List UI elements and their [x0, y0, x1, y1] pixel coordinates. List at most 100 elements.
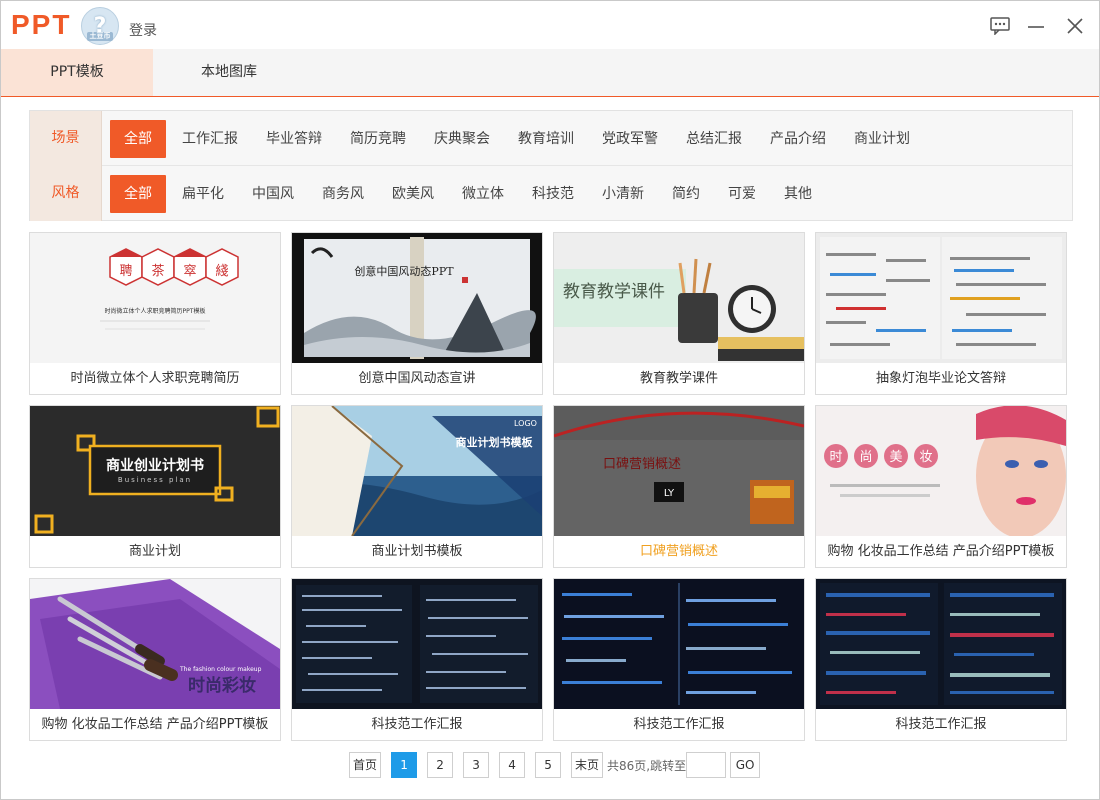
thumb-title: 商业创业计划书 — [106, 457, 204, 474]
template-card[interactable]: 口碑营销概述 LY 口碑营销概述 — [553, 405, 805, 568]
thumb-title: 创意中国风动态PPT — [354, 264, 454, 278]
template-thumbnail: 创意中国风动态PPT — [292, 233, 542, 363]
style-filter-item[interactable]: 扁平化 — [168, 175, 238, 213]
template-card[interactable]: 时 尚 美 妆 购物 化妆品工作总结 产品介绍PPT模板 — [815, 405, 1067, 568]
tab-ppt-templates[interactable]: PPT模板 — [1, 49, 153, 96]
scene-filter-item[interactable]: 商业计划 — [840, 120, 924, 158]
style-filter-item[interactable]: 欧美风 — [378, 175, 448, 213]
scene-filter-item[interactable]: 庆典聚会 — [420, 120, 504, 158]
style-filter-item[interactable]: 全部 — [110, 174, 166, 213]
style-filter-item[interactable]: 简约 — [658, 175, 714, 213]
style-filter-item[interactable]: 科技范 — [518, 175, 588, 213]
thumb-char: 尚 — [859, 450, 872, 465]
minimize-button[interactable] — [1025, 15, 1047, 37]
thumb-subtitle: The fashion colour makeup — [179, 666, 262, 673]
go-button[interactable]: GO — [730, 752, 761, 778]
scene-filter-row: 场景 全部 工作汇报 毕业答辩 简历竞聘 庆典聚会 教育培训 党政军警 总结汇报 产品介绍 商业计… — [30, 111, 1072, 166]
thumb-logo: LY — [664, 488, 675, 499]
template-thumbnail: 商业创业计划书 Business plan — [30, 406, 280, 536]
filter-panel: 场景 全部 工作汇报 毕业答辩 简历竞聘 庆典聚会 教育培训 党政军警 总结汇报 产品介绍 商业计… — [29, 110, 1073, 221]
template-thumbnail: 聘 茶 窣 綫 时尚微立体个人求职竞聘简历PPT模板 — [30, 233, 280, 363]
template-caption: 商业计划 — [128, 544, 181, 559]
thumb-char: 聘 — [119, 264, 132, 279]
template-card[interactable]: The fashion colour makeup 时尚彩妆 购物 化妆品工作总… — [29, 578, 281, 741]
template-caption: 口碑营销概述 — [639, 544, 718, 559]
style-filter-item[interactable]: 微立体 — [448, 175, 518, 213]
page-button-2[interactable]: 2 — [427, 752, 454, 778]
template-caption: 科技范工作汇报 — [371, 717, 463, 732]
template-caption: 科技范工作汇报 — [633, 717, 725, 732]
template-caption: 抽象灯泡毕业论文答辩 — [875, 371, 1006, 386]
scene-filter-item[interactable]: 简历竞聘 — [336, 120, 420, 158]
style-filter-item[interactable]: 中国风 — [238, 175, 308, 213]
template-thumbnail: 口碑营销概述 LY — [554, 406, 804, 536]
template-card[interactable]: 科技范工作汇报 — [553, 578, 805, 741]
title-bar: PPT ? 土豆币 登录 — [1, 1, 1099, 49]
style-filter-item[interactable]: 可爱 — [714, 175, 770, 213]
template-thumbnail: The fashion colour makeup 时尚彩妆 — [30, 579, 280, 709]
template-caption: 商业计划书模板 — [371, 544, 463, 559]
scene-filter-label: 场景 — [30, 111, 102, 166]
template-card[interactable]: 创意中国风动态PPT 创意中国风动态宣讲 — [291, 232, 543, 395]
last-page-button[interactable]: 末页 — [571, 752, 604, 778]
scene-filter-item[interactable]: 教育培训 — [504, 120, 588, 158]
thumb-char: 窣 — [183, 263, 196, 279]
page-button-4[interactable]: 4 — [499, 752, 526, 778]
template-thumbnail: LOGO 商业计划书模板 — [292, 406, 542, 536]
scene-filter-item[interactable]: 全部 — [110, 119, 166, 158]
style-filter-label: 风格 — [30, 166, 102, 221]
avatar-tag: 土豆币 — [87, 32, 113, 41]
template-caption: 创意中国风动态宣讲 — [358, 371, 476, 386]
scene-filter-item[interactable]: 总结汇报 — [672, 120, 756, 158]
close-icon — [1067, 18, 1083, 34]
template-thumbnail — [292, 579, 542, 709]
login-link[interactable]: 登录 — [129, 20, 157, 40]
thumb-subtitle: 时尚微立体个人求职竞聘简历PPT模板 — [105, 307, 206, 315]
style-filter-item[interactable]: 小清新 — [588, 175, 658, 213]
thumb-subtitle: Business plan — [118, 476, 192, 484]
app-window: PPT ? 土豆币 登录 PPT模板 本地图库 场景 全部 工作汇报 毕业答辩 … — [0, 0, 1100, 800]
app-logo: PPT — [11, 9, 72, 40]
template-card[interactable]: 科技范工作汇报 — [815, 578, 1067, 741]
page-button-3[interactable]: 3 — [463, 752, 490, 778]
tab-local-gallery[interactable]: 本地图库 — [153, 49, 305, 96]
template-card[interactable]: 科技范工作汇报 — [291, 578, 543, 741]
style-filter-row: 风格 全部 扁平化 中国风 商务风 欧美风 微立体 科技范 小清新 简约 可爱 其他 — [30, 166, 1072, 221]
thumb-char: 綫 — [215, 264, 228, 279]
style-filter-item[interactable]: 其他 — [770, 175, 826, 213]
tab-bar: PPT模板 本地图库 — [1, 49, 1099, 97]
page-button-1[interactable]: 1 — [391, 752, 418, 778]
thumb-char: 妆 — [919, 450, 932, 465]
avatar[interactable]: ? 土豆币 — [81, 7, 119, 45]
pagination: 首页 1 2 3 4 5 末页 共86页,跳转至 GO — [349, 752, 761, 778]
thumb-title: 商业计划书模板 — [456, 435, 534, 449]
thumb-title: 教育教学课件 — [563, 282, 665, 302]
template-thumbnail: 时 尚 美 妆 — [816, 406, 1066, 536]
template-card[interactable]: 教育教学课件 教育教学课件 — [553, 232, 805, 395]
feedback-button[interactable] — [989, 15, 1011, 37]
thumb-char: 时 — [829, 450, 842, 465]
template-caption: 购物 化妆品工作总结 产品介绍PPT模板 — [827, 544, 1055, 559]
template-card[interactable]: LOGO 商业计划书模板 商业计划书模板 — [291, 405, 543, 568]
template-caption: 购物 化妆品工作总结 产品介绍PPT模板 — [41, 717, 269, 732]
page-button-5[interactable]: 5 — [535, 752, 562, 778]
first-page-button[interactable]: 首页 — [349, 752, 382, 778]
template-caption: 时尚微立体个人求职竞聘简历 — [70, 371, 240, 386]
scene-filter-item[interactable]: 工作汇报 — [168, 120, 252, 158]
style-filter-item[interactable]: 商务风 — [308, 175, 378, 213]
thumb-char: 茶 — [151, 263, 164, 279]
close-button[interactable] — [1064, 15, 1086, 37]
scene-filter-item[interactable]: 毕业答辩 — [252, 120, 336, 158]
template-caption: 科技范工作汇报 — [895, 717, 987, 732]
scene-filter-items: 全部 工作汇报 毕业答辩 简历竞聘 庆典聚会 教育培训 党政军警 总结汇报 产品介绍 商业计划 — [110, 111, 924, 166]
template-card[interactable]: 聘 茶 窣 綫 时尚微立体个人求职竞聘简历PPT模板 时尚微立体个人求职竞聘简历 — [29, 232, 281, 395]
scene-filter-item[interactable]: 产品介绍 — [756, 120, 840, 158]
thumb-title: 口碑营销概述 — [603, 456, 681, 472]
template-card[interactable]: 抽象灯泡毕业论文答辩 — [815, 232, 1067, 395]
minimize-icon — [1028, 26, 1044, 28]
template-card[interactable]: 商业创业计划书 Business plan 商业计划 — [29, 405, 281, 568]
template-caption: 教育教学课件 — [639, 371, 718, 386]
page-info-text: 共86页,跳转至 — [607, 758, 687, 773]
page-jump-input[interactable] — [686, 752, 727, 778]
scene-filter-item[interactable]: 党政军警 — [588, 120, 672, 158]
